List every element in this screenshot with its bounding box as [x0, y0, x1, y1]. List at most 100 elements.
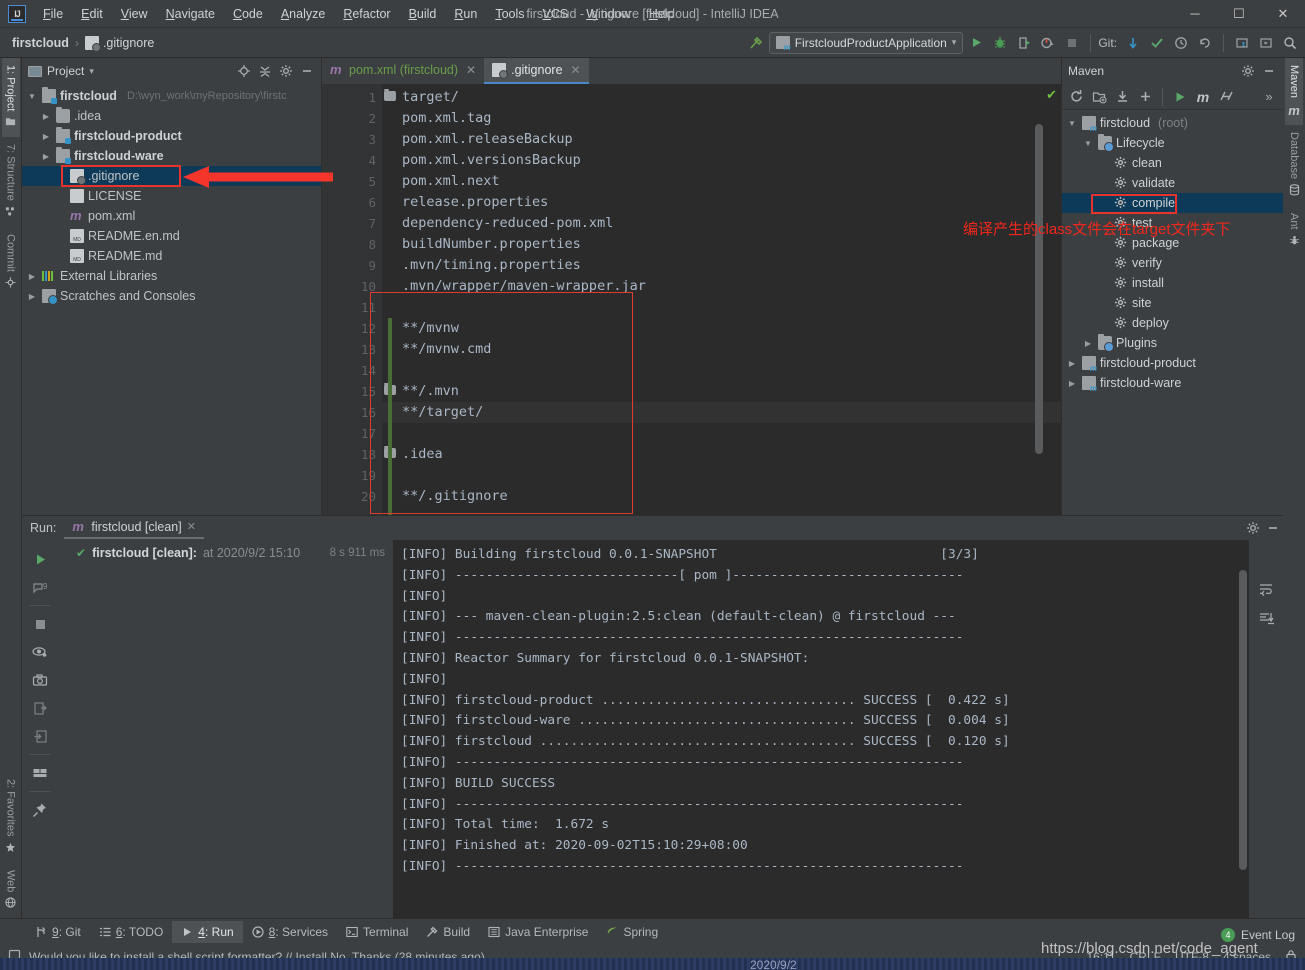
gutter-line-number[interactable]: 9: [322, 255, 382, 276]
project-structure-icon[interactable]: [1231, 32, 1253, 54]
export-icon[interactable]: [27, 695, 53, 721]
camera-icon[interactable]: [27, 667, 53, 693]
git-commit-icon[interactable]: [1146, 32, 1168, 54]
editor-code-line[interactable]: [382, 465, 1061, 486]
project-tree-row[interactable]: ▶ .idea: [22, 106, 321, 126]
more-actions-icon[interactable]: »: [1258, 86, 1280, 108]
bottom-tab-services[interactable]: 8: Services: [243, 921, 337, 943]
project-tree-row[interactable]: ▶ External Libraries: [22, 266, 321, 286]
bottom-tab-build[interactable]: Build: [417, 921, 479, 943]
wrap-text-icon[interactable]: [1253, 576, 1279, 602]
add-maven-project-icon[interactable]: [1088, 86, 1110, 108]
project-tree-row[interactable]: ▶ firstcloud-ware: [22, 146, 321, 166]
editor-tab[interactable]: .gitignore ✕: [484, 58, 589, 84]
gutter-line-number[interactable]: 18: [322, 444, 396, 465]
collapse-all-icon[interactable]: [255, 61, 275, 81]
menu-item-help[interactable]: Help: [640, 3, 684, 25]
tool-window-tab-ant[interactable]: Ant: [1285, 206, 1303, 256]
gutter-line-number[interactable]: 1: [322, 87, 396, 108]
pin-icon[interactable]: [27, 797, 53, 823]
gear-icon[interactable]: [1238, 61, 1258, 81]
gutter-line-number[interactable]: 12: [322, 318, 382, 339]
project-tree-row[interactable]: ▼ firstcloud D:\wyn_work\myRepository\firs…: [22, 86, 321, 106]
tool-window-tab-database[interactable]: Database: [1285, 125, 1303, 206]
chevron-right-icon[interactable]: ▶: [26, 272, 38, 281]
editor-code-line[interactable]: **/target/: [382, 402, 1061, 423]
menu-item-file[interactable]: File: [34, 3, 72, 25]
rerun-icon[interactable]: [27, 546, 53, 572]
breadcrumb-project[interactable]: firstcloud: [12, 36, 69, 50]
editor-code-line[interactable]: target/: [382, 87, 1061, 108]
maximize-button[interactable]: ☐: [1217, 0, 1261, 28]
close-icon[interactable]: ✕: [187, 520, 196, 533]
chevron-right-icon[interactable]: ▶: [1082, 339, 1094, 348]
chevron-right-icon[interactable]: ▶: [40, 132, 52, 141]
gutter-line-number[interactable]: 5: [322, 171, 382, 192]
tool-window-tab-web[interactable]: Web: [2, 863, 20, 918]
toggle-skip-tests-icon[interactable]: [1215, 86, 1237, 108]
run-tree[interactable]: ✔ firstcloud [clean]: at 2020/9/2 15:10 …: [58, 540, 393, 931]
menu-item-build[interactable]: Build: [400, 3, 446, 25]
editor-code-line[interactable]: [382, 360, 1061, 381]
import-icon[interactable]: [27, 723, 53, 749]
close-button[interactable]: ✕: [1261, 0, 1305, 28]
scroll-to-end-icon[interactable]: [1253, 605, 1279, 631]
menu-item-navigate[interactable]: Navigate: [157, 3, 224, 25]
tool-window-tab-commit[interactable]: Commit: [2, 227, 20, 298]
gutter-line-number[interactable]: 8: [322, 234, 382, 255]
chevron-right-icon[interactable]: ▶: [40, 112, 52, 121]
gutter-line-number[interactable]: 6: [322, 192, 382, 213]
stop-icon[interactable]: [27, 611, 53, 637]
chevron-down-icon[interactable]: ▼: [1066, 119, 1078, 128]
run-session-tab[interactable]: m firstcloud [clean] ✕: [64, 518, 204, 539]
tool-window-tab-maven[interactable]: Maven m: [1285, 58, 1303, 126]
toggle-eye-icon[interactable]: [27, 639, 53, 665]
editor-code-line[interactable]: **/.gitignore: [382, 486, 1061, 507]
chevron-right-icon[interactable]: ▶: [40, 152, 52, 161]
project-tree-row[interactable]: ▶ .gitignore: [22, 166, 321, 186]
gutter-line-number[interactable]: 14: [322, 360, 382, 381]
git-rollback-icon[interactable]: [1194, 32, 1216, 54]
menu-item-edit[interactable]: Edit: [72, 3, 112, 25]
editor-code-line[interactable]: **/mvnw: [382, 318, 1061, 339]
sdk-settings-icon[interactable]: [1255, 32, 1277, 54]
project-tree-row[interactable]: ▶ README.en.md: [22, 226, 321, 246]
project-tree-row[interactable]: ▶ m pom.xml: [22, 206, 321, 226]
editor-code-line[interactable]: pom.xml.releaseBackup: [382, 129, 1061, 150]
run-with-coverage-icon[interactable]: [1013, 32, 1035, 54]
gutter-line-number[interactable]: 7: [322, 213, 382, 234]
menu-item-analyze[interactable]: Analyze: [272, 3, 334, 25]
maven-m-icon[interactable]: m: [1192, 86, 1214, 108]
menu-item-window[interactable]: Window: [577, 3, 639, 25]
debug-icon[interactable]: [989, 32, 1011, 54]
editor-code-line[interactable]: release.properties: [382, 192, 1061, 213]
bottom-tab-terminal[interactable]: Terminal: [337, 921, 417, 943]
editor-tab[interactable]: m pom.xml (firstcloud) ✕: [322, 58, 484, 84]
hide-panel-icon[interactable]: [1259, 61, 1279, 81]
editor-code-line[interactable]: .mvn/timing.properties: [382, 255, 1061, 276]
tool-window-tab-favorites[interactable]: 2: Favorites: [2, 772, 20, 862]
maven-tree-row[interactable]: ▶ verify: [1062, 253, 1283, 273]
maven-tree-row[interactable]: ▶ compile: [1062, 193, 1283, 213]
gutter-line-number[interactable]: 17: [322, 423, 382, 444]
editor-code-line[interactable]: [382, 297, 1061, 318]
editor-code-line[interactable]: pom.xml.next: [382, 171, 1061, 192]
download-sources-icon[interactable]: [1111, 86, 1133, 108]
editor-code-line[interactable]: [382, 423, 1061, 444]
chevron-right-icon[interactable]: ▶: [1066, 379, 1078, 388]
project-tree-row[interactable]: ▶ LICENSE: [22, 186, 321, 206]
maven-tree-row[interactable]: ▶ firstcloud-product: [1062, 353, 1283, 373]
menu-item-code[interactable]: Code: [224, 3, 272, 25]
build-hammer-icon[interactable]: [745, 32, 767, 54]
run-console[interactable]: [INFO] Building firstcloud 0.0.1-SNAPSHO…: [393, 540, 1249, 931]
reload-icon[interactable]: [1065, 86, 1087, 108]
menu-item-refactor[interactable]: Refactor: [334, 3, 399, 25]
maven-tree-row[interactable]: ▶ site: [1062, 293, 1283, 313]
stop-icon[interactable]: [1061, 32, 1083, 54]
bottom-tab-spring[interactable]: Spring: [597, 921, 667, 943]
editor-code-line[interactable]: .idea: [382, 444, 1061, 465]
search-icon[interactable]: [1279, 32, 1301, 54]
hide-panel-icon[interactable]: [297, 61, 317, 81]
git-update-icon[interactable]: [1122, 32, 1144, 54]
chevron-down-icon[interactable]: ▼: [1082, 139, 1094, 148]
